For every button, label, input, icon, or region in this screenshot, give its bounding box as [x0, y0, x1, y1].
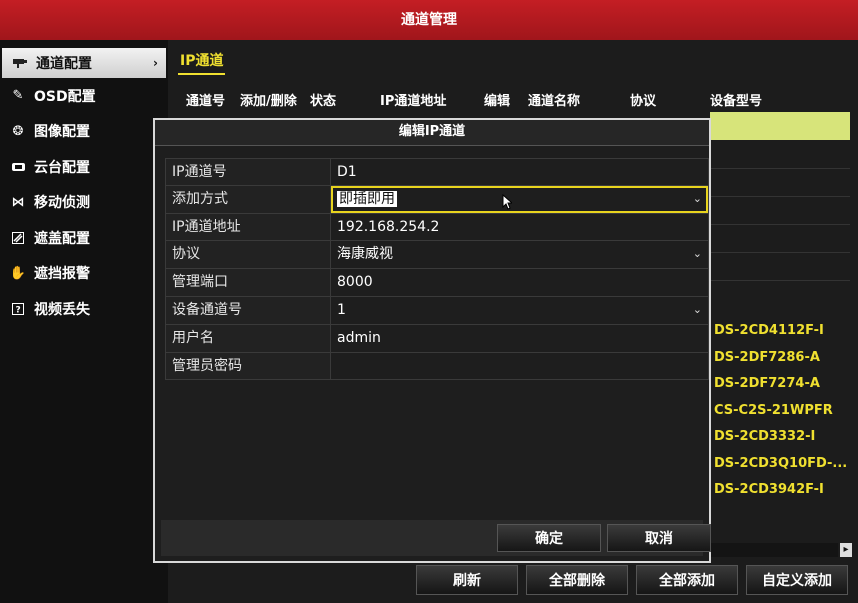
column-header: IP通道地址 [380, 94, 447, 109]
sidebar-item-label: 云台配置 [34, 159, 90, 176]
form-row: 添加方式 即插即用 ⌄ [165, 185, 709, 214]
palette-icon: ❂ [12, 123, 24, 139]
ok-button[interactable]: 确定 [497, 524, 601, 552]
chevron-down-icon[interactable]: ⌄ [693, 297, 702, 323]
sidebar-item-label: 图像配置 [34, 124, 90, 141]
window-title: 通道管理 [0, 0, 858, 40]
sidebar-item-label: 通道配置 [36, 56, 92, 72]
field-label: 协议 [166, 241, 331, 269]
column-header: 通道名称 [528, 94, 581, 109]
protocol-select[interactable]: 海康威视 ⌄ [331, 241, 708, 268]
form-row: 设备通道号 1 ⌄ [165, 296, 709, 325]
field-label: 设备通道号 [166, 296, 331, 324]
sidebar-item-label: 遮盖配置 [34, 230, 90, 247]
sidebar: 通道配置 › ✎ OSD配置 ❂ 图像配置 云台配置 ⋈ 移动侦测 遮盖配置 ✋… [0, 40, 168, 603]
scroll-right-icon[interactable]: ▸ [840, 543, 852, 557]
sidebar-item-ptz-config[interactable]: 云台配置 [0, 149, 168, 185]
sidebar-item-tamper-alarm[interactable]: ✋ 遮挡报警 [0, 256, 168, 292]
admin-password-field[interactable] [331, 353, 708, 380]
field-label: 用户名 [166, 324, 331, 352]
table-header: 通道号 添加/删除 状态 IP通道地址 编辑 通道名称 协议 设备型号 [168, 88, 858, 112]
camera-icon [12, 55, 28, 71]
table-row[interactable]: DS-2DF7286-A [708, 345, 858, 372]
field-label: IP通道地址 [166, 213, 331, 241]
management-port-field[interactable]: 8000 [331, 269, 708, 296]
chevron-down-icon[interactable]: ⌄ [693, 186, 702, 212]
device-channel-value: 1 [337, 301, 346, 318]
device-channel-select[interactable]: 1 ⌄ [331, 297, 708, 324]
table-row[interactable]: DS-2CD3332-I [708, 424, 858, 451]
column-header: 状态 [310, 94, 337, 109]
form-row: 用户名 admin [165, 324, 709, 353]
sidebar-item-osd-config[interactable]: ✎ OSD配置 [0, 78, 168, 114]
mouse-cursor-icon [502, 194, 512, 210]
mask-icon [10, 230, 26, 246]
table-row[interactable]: DS-2DF7274-A [708, 371, 858, 398]
form-row: IP通道地址 192.168.254.2 [165, 213, 709, 242]
custom-add-button[interactable]: 自定义添加 [746, 565, 848, 595]
sidebar-item-label: 视频丢失 [34, 301, 90, 318]
field-label: IP通道号 [166, 159, 331, 185]
chevron-down-icon[interactable]: ⌄ [693, 241, 702, 267]
dialog-footer: 确定 取消 [161, 520, 711, 556]
add-method-value: 即插即用 [337, 190, 397, 207]
dialog-title: 编辑IP通道 [155, 120, 709, 146]
form-row: 管理员密码 [165, 352, 709, 381]
refresh-button[interactable]: 刷新 [416, 565, 518, 595]
bottom-toolbar: 刷新 全部删除 全部添加 自定义添加 [416, 565, 848, 595]
sidebar-item-label: 遮挡报警 [34, 266, 90, 283]
video-loss-icon: ? [10, 301, 26, 317]
ptz-icon [10, 159, 26, 175]
sidebar-item-mask-config[interactable]: 遮盖配置 [0, 220, 168, 256]
sidebar-item-video-loss[interactable]: ? 视频丢失 [0, 291, 168, 327]
sidebar-item-label: OSD配置 [34, 88, 96, 105]
channel-form: IP通道号 D1 添加方式 即插即用 ⌄ IP通道地址 192.168.254.… [165, 158, 709, 381]
table-row[interactable]: CS-C2S-21WPFR [708, 398, 858, 425]
column-header: 添加/删除 [240, 94, 297, 109]
tab-ip-channel[interactable]: IP通道 [178, 50, 226, 75]
hand-icon: ✋ [9, 265, 27, 281]
form-row: IP通道号 D1 [165, 158, 709, 186]
table-row[interactable]: DS-2CD4112F-I [708, 318, 858, 345]
field-label: 添加方式 [166, 185, 331, 213]
field-label: 管理员密码 [166, 352, 331, 380]
chevron-right-icon: › [153, 56, 158, 70]
column-header: 通道号 [186, 94, 226, 109]
svg-text:?: ? [16, 305, 21, 315]
pencil-icon: ✎ [12, 88, 24, 104]
table-row[interactable]: DS-2CD3Q10FD-... [708, 451, 858, 478]
username-field[interactable]: admin [331, 325, 708, 352]
add-all-button[interactable]: 全部添加 [636, 565, 738, 595]
edit-ip-channel-dialog: 编辑IP通道 IP通道号 D1 添加方式 即插即用 ⌄ IP通道地址 192.1… [153, 118, 711, 563]
form-row: 协议 海康威视 ⌄ [165, 241, 709, 270]
channel-number-field: D1 [337, 164, 357, 180]
sidebar-item-image-config[interactable]: ❂ 图像配置 [0, 114, 168, 150]
device-model-column: DS-2CD4112F-I DS-2DF7286-A DS-2DF7274-A … [708, 318, 858, 504]
protocol-value: 海康威视 [337, 246, 393, 263]
selected-table-row[interactable] [710, 112, 850, 140]
column-header: 编辑 [484, 94, 511, 109]
delete-all-button[interactable]: 全部删除 [526, 565, 628, 595]
column-header: 协议 [630, 94, 657, 109]
table-row[interactable]: DS-2CD3942F-I [708, 477, 858, 504]
cancel-button[interactable]: 取消 [607, 524, 711, 552]
field-label: 管理端口 [166, 269, 331, 296]
add-method-select[interactable]: 即插即用 ⌄ [331, 185, 708, 213]
ip-address-field[interactable]: 192.168.254.2 [331, 214, 708, 241]
running-person-icon: ⋈ [11, 194, 25, 210]
column-header: 设备型号 [710, 94, 763, 109]
sidebar-item-motion-detection[interactable]: ⋈ 移动侦测 [0, 185, 168, 221]
form-row: 管理端口 8000 [165, 269, 709, 297]
sidebar-item-label: 移动侦测 [34, 195, 90, 212]
sidebar-item-channel-config[interactable]: 通道配置 › [2, 48, 166, 78]
